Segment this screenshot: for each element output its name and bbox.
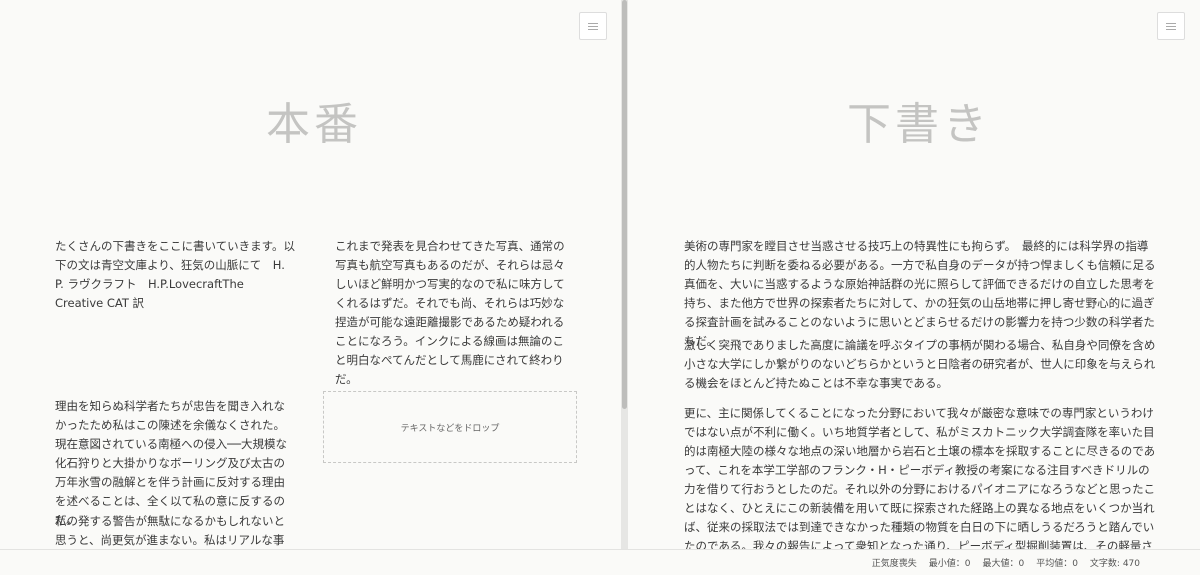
- hamburger-menu-icon: [1166, 22, 1176, 30]
- status-avg: 平均値：0: [1036, 559, 1078, 569]
- text-card[interactable]: たくさんの下書きをここに書いていきます。以下の文は青空文庫より、狂気の山脈にて …: [55, 237, 295, 313]
- draft-paragraph[interactable]: 激しく突飛でありました高度に論議を呼ぶタイプの事柄が関わる場合、私自身や同僚を含…: [684, 336, 1156, 393]
- hamburger-menu-icon: [588, 22, 598, 30]
- scrollbar-thumb[interactable]: [622, 0, 627, 409]
- text-card[interactable]: 理由を知らぬ科学者たちが忠告を聞き入れなかったため私はこの陳述を余儀なくされた。…: [55, 397, 295, 530]
- status-min: 最小値：0: [928, 559, 971, 569]
- status-bar: 正気度喪失 最小値：0 最大値：0 平均値：0 文字数: 470: [0, 549, 1200, 575]
- left-menu-button[interactable]: [579, 12, 607, 40]
- text-card[interactable]: 私の発する警告が無駄になるかもしれないと思うと、尚更気が進まない。私はリアルな事…: [55, 512, 295, 549]
- drop-zone-label: テキストなどをドロップ: [400, 423, 500, 434]
- status-char-count: 文字数: 470: [1089, 559, 1140, 569]
- right-menu-button[interactable]: [1157, 12, 1185, 40]
- draft-pane[interactable]: 下書き 美術の専門家を瞠目させ当惑させる技巧上の特異性にも拘らず。 最終的には科…: [628, 0, 1200, 549]
- pane-divider-scrollbar[interactable]: [621, 0, 628, 549]
- status-max: 最大値：0: [982, 559, 1025, 569]
- drop-zone[interactable]: テキストなどをドロップ: [323, 391, 577, 463]
- status-mode: 正気度喪失: [871, 559, 917, 569]
- production-title: 本番: [266, 99, 362, 150]
- draft-paragraph[interactable]: 更に、主に関係してくることになった分野において我々が厳密な意味での専門家というわ…: [684, 404, 1156, 549]
- draft-title: 下書き: [847, 99, 991, 150]
- production-pane[interactable]: 本番 たくさんの下書きをここに書いていきます。以下の文は青空文庫より、狂気の山脈…: [0, 0, 621, 549]
- text-card[interactable]: これまで発表を見合わせてきた写真、通常の写真も航空写真もあるのだが、それらは忌々…: [335, 237, 575, 389]
- draft-paragraph[interactable]: 美術の専門家を瞠目させ当惑させる技巧上の特異性にも拘らず。 最終的には科学界の指…: [684, 237, 1156, 351]
